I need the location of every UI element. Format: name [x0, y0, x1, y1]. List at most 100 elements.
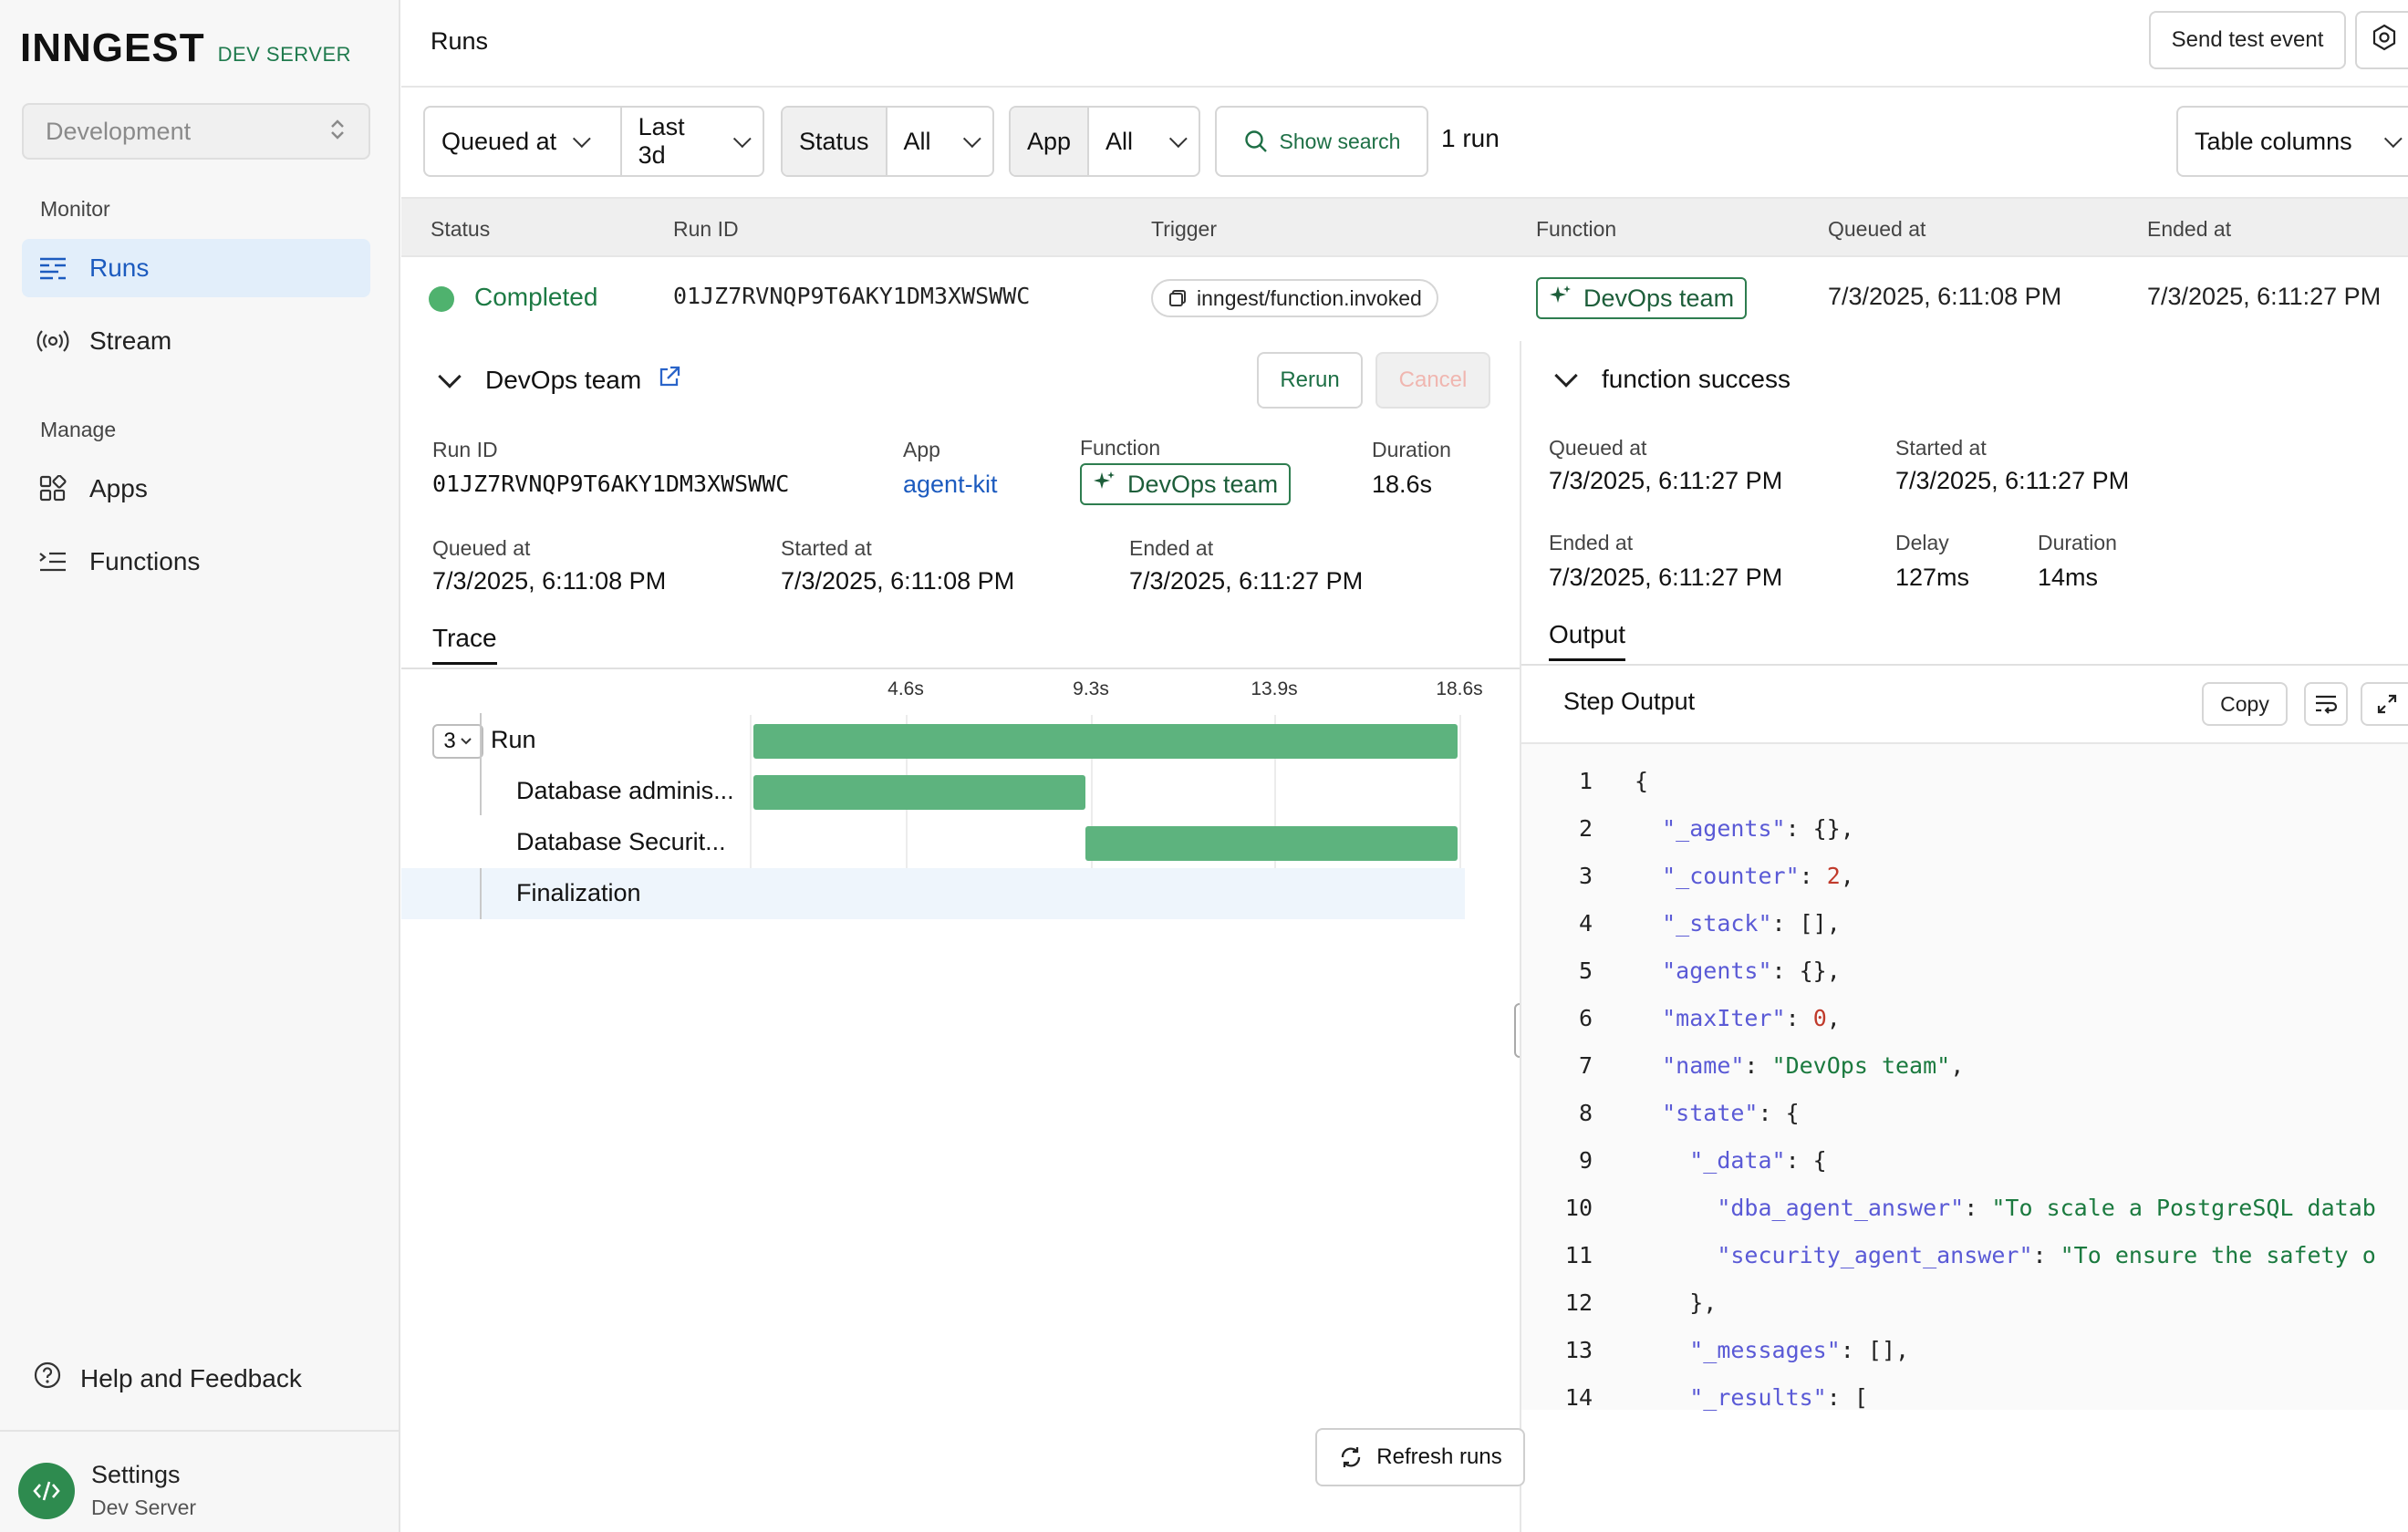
column-header-status[interactable]: Status	[431, 217, 490, 242]
settings-menu[interactable]: Settings Dev Server	[0, 1430, 399, 1532]
code-text: "security_agent_answer": "To ensure the …	[1635, 1241, 2375, 1268]
line-number: 12	[1564, 1289, 1593, 1316]
code-text: "name": "DevOps team",	[1635, 1052, 1964, 1079]
step-queued-value: 7/3/2025, 6:11:27 PM	[1549, 467, 1783, 494]
tab-trace[interactable]: Trace	[432, 624, 497, 665]
step-ended-value: 7/3/2025, 6:11:27 PM	[1549, 564, 1783, 591]
trace-row-database-admin[interactable]: Database adminis...	[401, 766, 1465, 817]
app-link[interactable]: agent-kit	[903, 471, 998, 499]
sidebar-item-label: Runs	[89, 254, 150, 282]
code-line: 9 "_data": {	[1521, 1136, 2408, 1184]
event-icon	[1168, 288, 1188, 308]
code-viewer[interactable]: 1{2 "_agents": {}, 3 "_counter": 2, 4 "_st…	[1521, 742, 2408, 1411]
tab-output[interactable]: Output	[1549, 620, 1626, 661]
range-select[interactable]: Last 3d	[619, 108, 763, 175]
chevron-down-icon	[1168, 129, 1188, 149]
status-filter[interactable]: Status All	[781, 106, 994, 177]
line-number: 11	[1564, 1241, 1593, 1268]
function-pill[interactable]: DevOps team	[1536, 277, 1748, 319]
tick-label: 9.3s	[1073, 678, 1109, 699]
expand-count-button[interactable]: 3	[432, 724, 483, 759]
column-header-trigger[interactable]: Trigger	[1151, 217, 1217, 242]
trace-bar-run[interactable]	[753, 724, 1458, 759]
chevron-down-icon	[2383, 129, 2403, 149]
code-text: },	[1635, 1289, 1717, 1316]
copy-button[interactable]: Copy	[2202, 682, 2288, 726]
settings-gear-button[interactable]	[2355, 11, 2408, 69]
json-key: "maxIter"	[1662, 1004, 1786, 1031]
gear-icon	[2371, 24, 2398, 57]
manage-section-label: Manage	[40, 418, 117, 441]
json-punct: : {},	[1771, 957, 1841, 984]
sidebar-item-functions[interactable]: Functions	[22, 533, 370, 591]
column-header-ended-at[interactable]: Ended at	[2147, 217, 2231, 242]
trace-row-database-security[interactable]: Database Securit...	[401, 817, 1465, 868]
show-search-label: Show search	[1279, 129, 1401, 153]
refresh-runs-button[interactable]: Refresh runs	[1315, 1428, 1525, 1486]
refresh-label: Refresh runs	[1376, 1444, 1502, 1469]
code-line: 11 "security_agent_answer": "To ensure t…	[1521, 1231, 2408, 1278]
sidebar-item-runs[interactable]: Runs	[22, 239, 370, 297]
table-columns-select[interactable]: Table columns	[2178, 108, 2408, 175]
started-at-value: 7/3/2025, 6:11:08 PM	[781, 567, 1015, 595]
app-filter-value[interactable]: All	[1089, 108, 1199, 175]
column-header-queued-at[interactable]: Queued at	[1828, 217, 1925, 242]
chevron-down-icon	[460, 737, 472, 746]
queued-at-label: Queued at	[441, 127, 557, 155]
json-number: 2	[1826, 862, 1841, 889]
cancel-button[interactable]: Cancel	[1375, 352, 1490, 409]
code-text: "maxIter": 0,	[1635, 1005, 1841, 1031]
code-line: 6 "maxIter": 0,	[1521, 994, 2408, 1041]
wrap-lines-button[interactable]	[2304, 682, 2348, 726]
environment-select[interactable]: Development	[22, 103, 370, 160]
column-header-function[interactable]: Function	[1536, 217, 1616, 242]
app-filter[interactable]: App All	[1009, 106, 1200, 177]
rerun-button[interactable]: Rerun	[1257, 352, 1363, 409]
trace-bar-database-security[interactable]	[1085, 826, 1458, 861]
runs-icon	[35, 255, 71, 281]
step-ended-label: Ended at	[1549, 531, 1634, 554]
rerun-label: Rerun	[1280, 367, 1340, 392]
copy-label: Copy	[2220, 691, 2269, 716]
trigger-pill[interactable]: inngest/function.invoked	[1151, 279, 1438, 317]
sidebar-item-stream[interactable]: Stream	[22, 312, 370, 370]
status-completed-icon	[429, 286, 454, 312]
column-header-run-id[interactable]: Run ID	[673, 217, 739, 242]
line-number: 3	[1578, 862, 1593, 889]
table-columns-button[interactable]: Table columns	[2176, 106, 2408, 177]
help-feedback-link[interactable]: Help and Feedback	[33, 1361, 302, 1396]
table-row[interactable]: Completed 01JZ7RVNQP9T6AKY1DM3XWSWWC inn…	[401, 257, 2408, 341]
json-punct: : [	[1826, 1383, 1868, 1411]
json-punct: :	[2032, 1241, 2060, 1268]
line-number: 13	[1564, 1336, 1593, 1363]
trace-row-finalization[interactable]: Finalization	[401, 868, 1465, 919]
code-icon	[18, 1463, 75, 1519]
step-details-header[interactable]: function success	[1554, 364, 1790, 394]
show-search-button[interactable]: Show search	[1215, 106, 1428, 177]
queued-at-select[interactable]: Queued at	[425, 108, 620, 175]
json-key: "agents"	[1662, 957, 1772, 984]
external-link-icon[interactable]	[658, 365, 681, 395]
app-value: All	[1105, 127, 1134, 155]
logo[interactable]: INNGEST DEV SERVER	[20, 26, 351, 71]
send-test-event-button[interactable]: Send test event	[2149, 11, 2346, 69]
cancel-label: Cancel	[1398, 367, 1468, 392]
sidebar-item-label: Stream	[89, 326, 172, 355]
code-text: "_agents": {},	[1635, 815, 1854, 842]
trace-row-run[interactable]: 3 Run	[401, 715, 1465, 766]
status-filter-value[interactable]: All	[887, 108, 992, 175]
line-number: 7	[1578, 1051, 1593, 1079]
chevron-down-icon[interactable]	[1554, 364, 1578, 388]
trace-row-label: Database Securit...	[516, 828, 726, 855]
trace-bar-database-admin[interactable]	[753, 775, 1085, 810]
chevron-down-icon[interactable]	[438, 364, 462, 388]
expand-output-button[interactable]	[2361, 682, 2408, 726]
chevron-down-icon	[573, 129, 591, 149]
run-details-header[interactable]: DevOps team	[438, 364, 681, 395]
json-key: "_messages"	[1689, 1336, 1841, 1363]
table-columns-label: Table columns	[2195, 127, 2352, 155]
step-duration-label: Duration	[2038, 531, 2117, 554]
function-pill[interactable]: DevOps team	[1080, 463, 1292, 505]
sidebar-item-apps[interactable]: Apps	[22, 460, 370, 518]
code-line: 7 "name": "DevOps team",	[1521, 1041, 2408, 1089]
